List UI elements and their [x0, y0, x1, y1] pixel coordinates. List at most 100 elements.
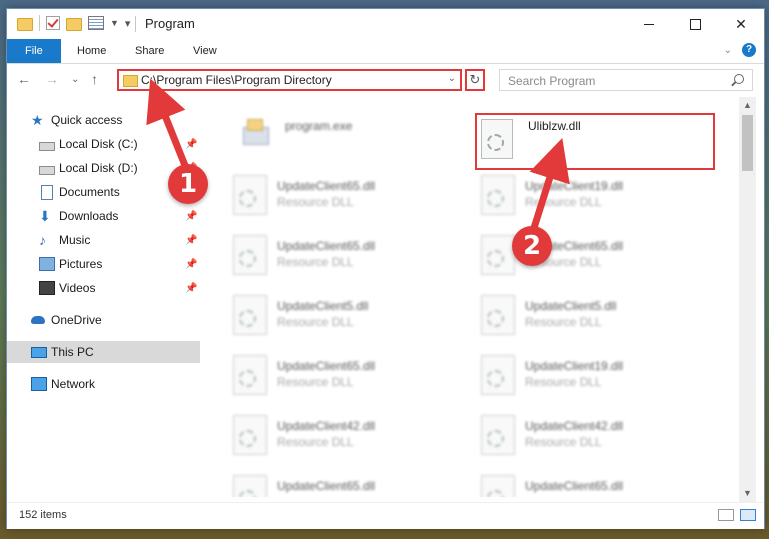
file-type: Resource DLL	[277, 375, 354, 389]
list-item[interactable]: UpdateClient65.dll	[481, 469, 711, 497]
pin-icon[interactable]: 📌	[185, 235, 197, 246]
sidebar-item-label: Documents	[59, 185, 120, 199]
sidebar-item-label: This PC	[51, 345, 94, 359]
step-2-badge: 2	[512, 226, 552, 266]
list-item[interactable]: UpdateClient42.dll Resource DLL	[233, 409, 463, 461]
back-button[interactable]: ←	[17, 71, 31, 87]
ribbon-controls: ⌄ ?	[724, 43, 756, 57]
sidebar-item-pictures[interactable]: Pictures 📌	[7, 253, 200, 275]
file-name: UpdateClient65.dll	[277, 359, 376, 373]
file-type: Resource DLL	[277, 435, 354, 449]
new-folder-icon[interactable]	[66, 17, 82, 31]
search-box[interactable]	[499, 69, 753, 91]
sidebar-item-music[interactable]: ♪ Music 📌	[7, 229, 200, 251]
sidebar-item-label: Local Disk (D:)	[59, 161, 138, 175]
expand-ribbon-icon[interactable]: ⌄	[724, 45, 732, 56]
tab-share[interactable]: Share	[121, 39, 178, 63]
list-item[interactable]: UpdateClient5.dll Resource DLL	[481, 289, 711, 341]
vertical-scrollbar[interactable]: ▲ ▼	[739, 97, 756, 502]
sidebar-item-quick-access[interactable]: ★ Quick access	[7, 109, 200, 131]
search-icon[interactable]	[734, 74, 744, 84]
scroll-up-icon[interactable]: ▲	[739, 97, 756, 114]
pin-icon[interactable]: 📌	[185, 259, 197, 270]
window-title: Program	[145, 16, 195, 31]
videos-icon	[39, 281, 55, 295]
list-item[interactable]: UpdateClient65.dll	[233, 469, 463, 497]
sidebar-item-downloads[interactable]: ⬇ Downloads 📌	[7, 205, 200, 227]
dll-file-icon	[481, 119, 513, 159]
pin-icon[interactable]: 📌	[185, 283, 197, 294]
search-input[interactable]	[506, 72, 710, 90]
help-icon[interactable]: ?	[742, 43, 756, 57]
file-item-target-dll[interactable]: Uliblzw.dll	[481, 115, 711, 167]
recent-locations-icon[interactable]: ⌄	[71, 74, 79, 85]
pin-icon[interactable]: 📌	[185, 139, 197, 150]
address-bar[interactable]: C:\Program Files\Program Directory ⌄	[117, 69, 462, 91]
list-item[interactable]: UpdateClient65.dll Resource DLL	[233, 169, 463, 221]
refresh-button[interactable]: ↻	[465, 69, 485, 91]
divider	[39, 15, 40, 31]
forward-button[interactable]: →	[45, 71, 59, 87]
list-item[interactable]: UpdateClient42.dll Resource DLL	[481, 409, 711, 461]
status-bar: 152 items	[7, 502, 764, 529]
tab-view[interactable]: View	[179, 39, 231, 63]
chevron-down-icon[interactable]: ⌄	[448, 73, 456, 84]
sidebar-item-label: Local Disk (C:)	[59, 137, 138, 151]
large-icons-view-icon[interactable]	[740, 509, 756, 521]
star-icon: ★	[31, 112, 44, 128]
downloads-icon: ⬇	[39, 208, 51, 224]
dll-file-icon	[481, 355, 515, 395]
navigation-bar: ← → ⌄ ↑ C:\Program Files\Program Directo…	[7, 64, 764, 96]
minimize-button[interactable]	[626, 9, 672, 39]
file-name: UpdateClient42.dll	[277, 419, 376, 433]
list-item[interactable]: UpdateClient19.dll Resource DLL	[481, 349, 711, 401]
scrollbar-thumb[interactable]	[742, 115, 753, 171]
maximize-button[interactable]	[672, 9, 718, 39]
sidebar-item-network[interactable]: Network	[7, 373, 200, 395]
dll-file-icon	[233, 475, 267, 497]
file-type: Resource DLL	[277, 255, 354, 269]
file-name: UpdateClient65.dll	[525, 479, 624, 493]
file-name: UpdateClient5.dll	[525, 299, 617, 313]
sidebar-item-local-disk-c[interactable]: Local Disk (C:) 📌	[7, 133, 200, 155]
pictures-icon	[39, 257, 55, 271]
details-view-icon[interactable]	[718, 509, 734, 521]
dll-file-icon	[233, 235, 267, 275]
title-bar: ▼ ▾ Program ✕	[7, 9, 764, 39]
list-item[interactable]: UpdateClient19.dll Resource DLL	[481, 169, 711, 221]
file-name: Uliblzw.dll	[528, 119, 581, 133]
drive-icon	[39, 142, 55, 151]
chevron-down-icon[interactable]: ▼	[110, 18, 119, 28]
dll-file-icon	[481, 415, 515, 455]
dll-file-icon	[233, 175, 267, 215]
pin-icon[interactable]: 📌	[185, 211, 197, 222]
file-type: Resource DLL	[525, 375, 602, 389]
dll-file-icon	[233, 415, 267, 455]
network-icon	[31, 377, 47, 391]
cloud-icon	[31, 316, 45, 324]
sidebar-item-videos[interactable]: Videos 📌	[7, 277, 200, 299]
properties-check-icon[interactable]	[46, 16, 60, 30]
list-item[interactable]: UpdateClient5.dll Resource DLL	[233, 289, 463, 341]
scroll-down-icon[interactable]: ▼	[739, 485, 756, 502]
navigation-pane: ★ Quick access Local Disk (C:) 📌 Local D…	[7, 97, 202, 497]
explorer-window: ▼ ▾ Program ✕ File Home Share View ⌄ ? ←…	[6, 8, 765, 529]
tab-file[interactable]: File	[7, 39, 61, 63]
tab-home[interactable]: Home	[63, 39, 120, 63]
customize-toolbar-icon[interactable]: ▾	[125, 17, 131, 30]
list-item[interactable]: UpdateClient65.dll Resource DLL	[233, 229, 463, 281]
file-item-program-exe[interactable]: program.exe	[241, 111, 471, 163]
sidebar-item-label: Downloads	[59, 209, 119, 223]
view-options-icon[interactable]	[88, 16, 104, 30]
sidebar-item-label: Videos	[59, 281, 96, 295]
close-button[interactable]: ✕	[718, 9, 764, 39]
sidebar-item-onedrive[interactable]: OneDrive	[7, 309, 200, 331]
file-type: Resource DLL	[525, 195, 602, 209]
file-name: program.exe	[285, 119, 353, 133]
sidebar-item-this-pc[interactable]: This PC	[7, 341, 200, 363]
sidebar-item-label: Network	[51, 377, 96, 391]
computer-icon	[31, 346, 47, 358]
folder-icon	[123, 75, 138, 87]
up-button[interactable]: ↑	[91, 71, 98, 87]
list-item[interactable]: UpdateClient65.dll Resource DLL	[233, 349, 463, 401]
